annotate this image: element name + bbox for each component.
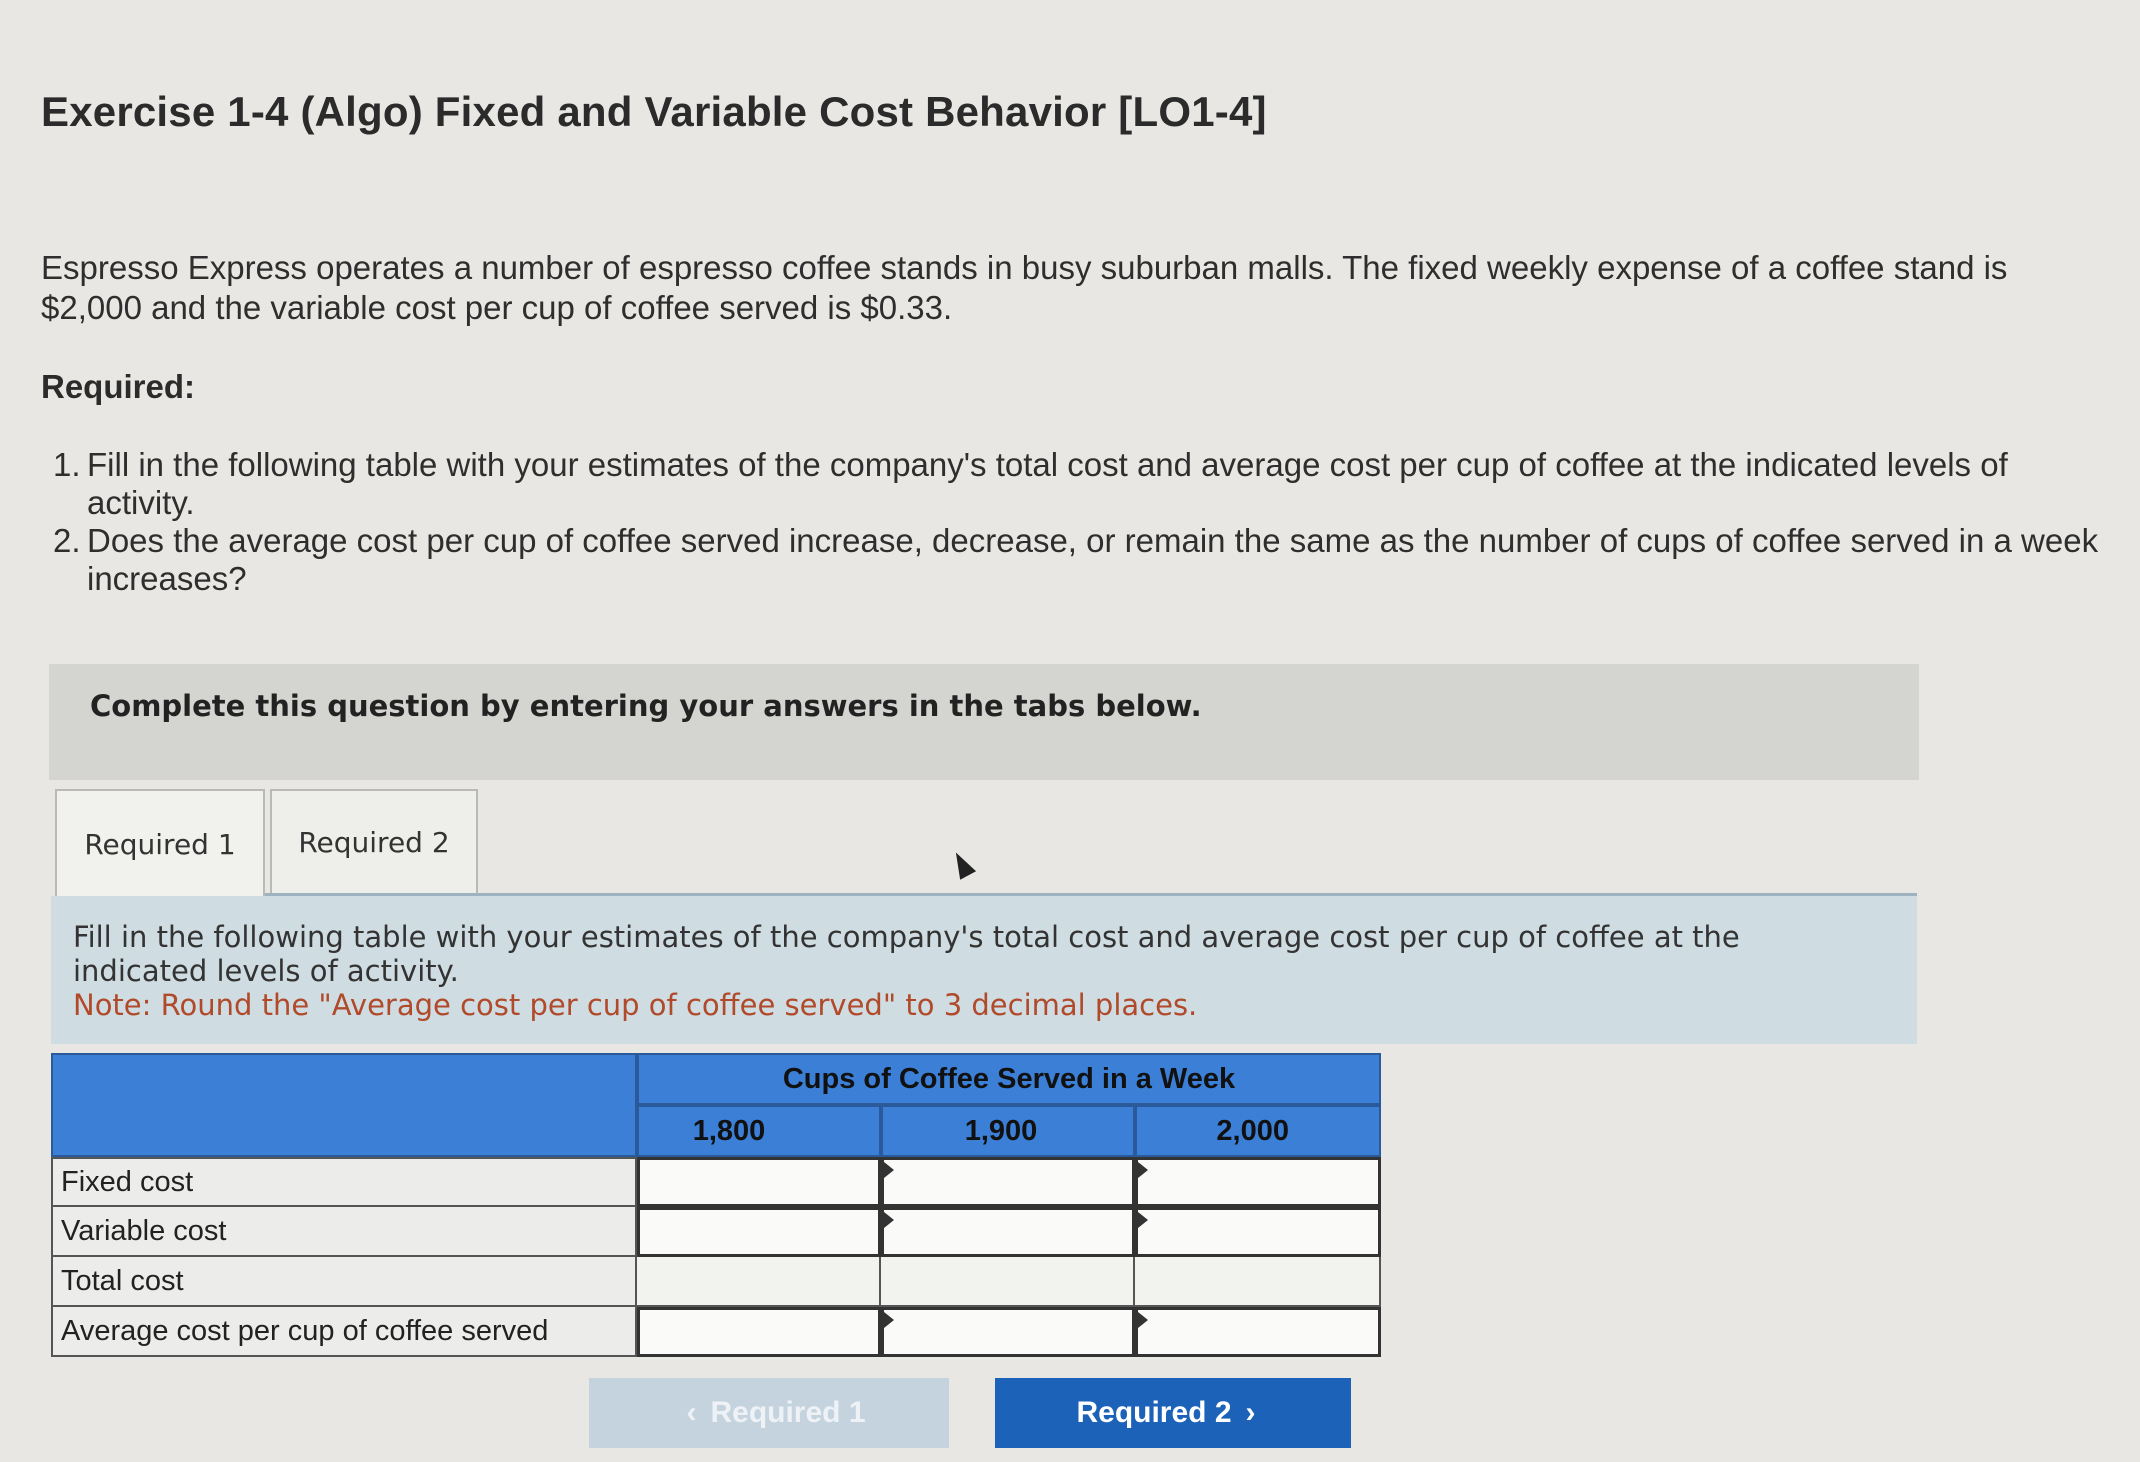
rounding-note: Note: Round the "Average cost per cup of… (73, 988, 1198, 1022)
input-marker-icon (1138, 1162, 1148, 1178)
fixed-cost-1800-input[interactable] (637, 1157, 881, 1207)
table-header-blank (51, 1053, 637, 1157)
requirement-item: 1. Fill in the following table with your… (41, 446, 2101, 522)
row-label-average-cost: Average cost per cup of coffee served (51, 1307, 637, 1357)
tab-required-2[interactable]: Required 2 (270, 789, 478, 893)
cost-table: Cups of Coffee Served in a Week 1,800 1,… (51, 1053, 1381, 1359)
required-heading: Required: (41, 368, 196, 405)
tab-required-1[interactable]: Required 1 (55, 789, 265, 897)
previous-tab-button[interactable]: ‹ Required 1 (589, 1378, 949, 1448)
column-header-1900: 1,900 (881, 1105, 1135, 1157)
requirement-text: Fill in the following table with your es… (87, 446, 2008, 521)
fixed-cost-1900-input[interactable] (881, 1157, 1135, 1207)
variable-cost-1800-input[interactable] (637, 1207, 881, 1257)
column-header-2000: 2,000 (1135, 1105, 1381, 1157)
row-label-variable-cost: Variable cost (51, 1207, 637, 1257)
average-cost-1800-input[interactable] (637, 1307, 881, 1357)
variable-cost-1900-input[interactable] (881, 1207, 1135, 1257)
input-marker-icon (1138, 1312, 1148, 1328)
chevron-left-icon: ‹ (686, 1396, 697, 1429)
average-cost-1900-input[interactable] (881, 1307, 1135, 1357)
problem-statement: Espresso Express operates a number of es… (41, 249, 2008, 326)
fixed-cost-2000-input[interactable] (1135, 1157, 1381, 1207)
instructions-banner: Complete this question by entering your … (49, 664, 1919, 780)
mouse-pointer-icon (947, 848, 977, 880)
instruction-text: Fill in the following table with your es… (73, 920, 1740, 988)
input-marker-icon (884, 1312, 894, 1328)
tab-label: Required 1 (84, 827, 236, 861)
previous-tab-label: Required 1 (710, 1396, 866, 1429)
average-cost-2000-input[interactable] (1135, 1307, 1381, 1357)
next-tab-label: Required 2 (1076, 1396, 1232, 1429)
input-marker-icon (1138, 1212, 1148, 1228)
variable-cost-2000-input[interactable] (1135, 1207, 1381, 1257)
chevron-right-icon: › (1245, 1396, 1256, 1429)
requirement-number: 1. (53, 446, 81, 483)
row-label-total-cost: Total cost (51, 1257, 637, 1307)
input-marker-icon (884, 1162, 894, 1178)
total-cost-1800-cell (637, 1257, 881, 1307)
requirements-list: 1. Fill in the following table with your… (41, 446, 2101, 598)
requirement-text: Does the average cost per cup of coffee … (87, 522, 2099, 597)
banner-text: Complete this question by entering your … (90, 689, 1202, 723)
column-header-1800: 1,800 (637, 1105, 881, 1157)
exercise-title: Exercise 1-4 (Algo) Fixed and Variable C… (41, 88, 1267, 135)
requirement-number: 2. (53, 522, 81, 559)
tab-instructions: Fill in the following table with your es… (51, 896, 1917, 1044)
tab-label: Required 2 (298, 825, 450, 859)
total-cost-2000-cell (1135, 1257, 1381, 1307)
input-marker-icon (884, 1212, 894, 1228)
next-tab-button[interactable]: Required 2 › (995, 1378, 1351, 1448)
total-cost-1900-cell (881, 1257, 1135, 1307)
row-label-fixed-cost: Fixed cost (51, 1157, 637, 1207)
table-group-header: Cups of Coffee Served in a Week (637, 1053, 1381, 1105)
requirement-item: 2. Does the average cost per cup of coff… (41, 522, 2101, 598)
